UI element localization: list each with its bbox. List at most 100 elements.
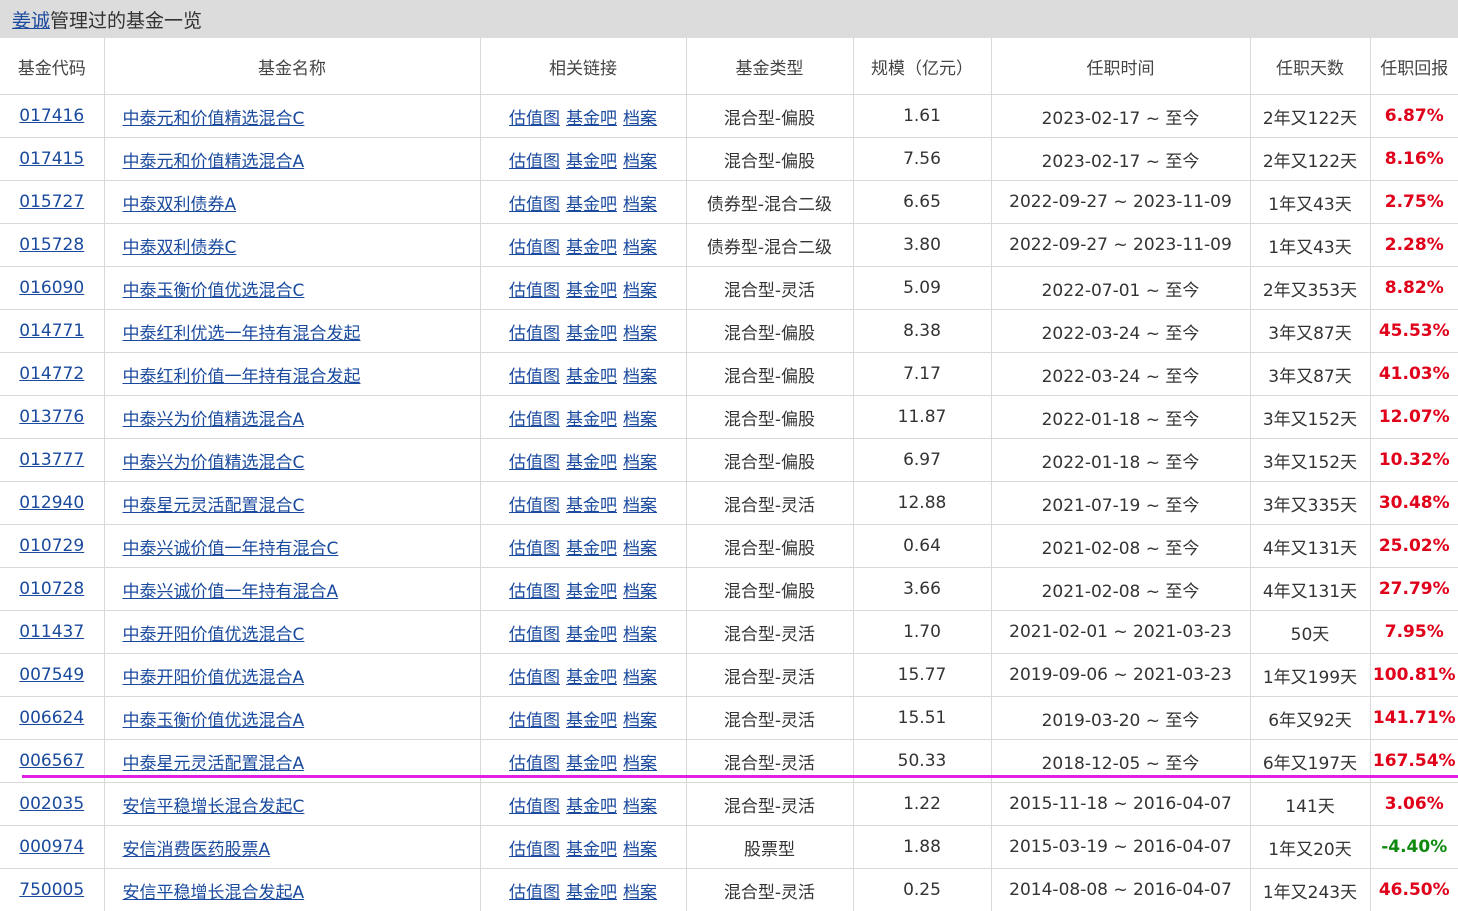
fund-forum-link[interactable]: 基金吧 <box>566 883 617 903</box>
valuation-chart-link[interactable]: 估值图 <box>509 582 560 602</box>
fund-name-link[interactable]: 中泰元和价值精选混合C <box>123 109 305 129</box>
fund-forum-link[interactable]: 基金吧 <box>566 367 617 387</box>
fund-profile-link[interactable]: 档案 <box>623 109 657 129</box>
fund-forum-link[interactable]: 基金吧 <box>566 625 617 645</box>
valuation-chart-link[interactable]: 估值图 <box>509 195 560 215</box>
valuation-chart-link[interactable]: 估值图 <box>509 238 560 258</box>
valuation-chart-link[interactable]: 估值图 <box>509 109 560 129</box>
valuation-chart-link[interactable]: 估值图 <box>509 324 560 344</box>
fund-forum-link[interactable]: 基金吧 <box>566 582 617 602</box>
fund-profile-link[interactable]: 档案 <box>623 711 657 731</box>
fund-profile-link[interactable]: 档案 <box>623 668 657 688</box>
fund-name-link[interactable]: 中泰开阳价值优选混合C <box>123 625 305 645</box>
col-header-size[interactable]: 规模（亿元） <box>853 38 992 95</box>
fund-name-link[interactable]: 中泰红利价值一年持有混合发起 <box>123 367 361 387</box>
fund-name-link[interactable]: 中泰玉衡价值优选混合A <box>123 711 305 731</box>
valuation-chart-link[interactable]: 估值图 <box>509 625 560 645</box>
valuation-chart-link[interactable]: 估值图 <box>509 539 560 559</box>
valuation-chart-link[interactable]: 估值图 <box>509 152 560 172</box>
fund-profile-link[interactable]: 档案 <box>623 238 657 258</box>
fund-forum-link[interactable]: 基金吧 <box>566 195 617 215</box>
fund-code-link[interactable]: 010729 <box>19 536 84 556</box>
fund-name-link[interactable]: 中泰兴为价值精选混合C <box>123 453 305 473</box>
fund-code-link[interactable]: 013777 <box>19 450 84 470</box>
fund-profile-link[interactable]: 档案 <box>623 152 657 172</box>
fund-code-link[interactable]: 002035 <box>19 794 84 814</box>
fund-code-link[interactable]: 010728 <box>19 579 84 599</box>
fund-name-link[interactable]: 中泰兴诚价值一年持有混合A <box>123 582 339 602</box>
fund-code-link[interactable]: 013776 <box>19 407 84 427</box>
col-header-name[interactable]: 基金名称 <box>104 38 481 95</box>
valuation-chart-link[interactable]: 估值图 <box>509 367 560 387</box>
col-header-days[interactable]: 任职天数 <box>1250 38 1371 95</box>
fund-profile-link[interactable]: 档案 <box>623 797 657 817</box>
valuation-chart-link[interactable]: 估值图 <box>509 797 560 817</box>
col-header-return[interactable]: 任职回报 <box>1370 38 1458 95</box>
fund-forum-link[interactable]: 基金吧 <box>566 152 617 172</box>
fund-name-link[interactable]: 安信消费医药股票A <box>123 840 271 860</box>
valuation-chart-link[interactable]: 估值图 <box>509 883 560 903</box>
fund-name-link[interactable]: 中泰兴为价值精选混合A <box>123 410 305 430</box>
fund-forum-link[interactable]: 基金吧 <box>566 711 617 731</box>
fund-code-link[interactable]: 006567 <box>19 751 84 771</box>
fund-name-link[interactable]: 安信平稳增长混合发起C <box>123 797 305 817</box>
fund-profile-link[interactable]: 档案 <box>623 410 657 430</box>
fund-forum-link[interactable]: 基金吧 <box>566 410 617 430</box>
fund-name-link[interactable]: 安信平稳增长混合发起A <box>123 883 305 903</box>
col-header-code[interactable]: 基金代码 <box>0 38 105 95</box>
valuation-chart-link[interactable]: 估值图 <box>509 496 560 516</box>
fund-profile-link[interactable]: 档案 <box>623 367 657 387</box>
fund-profile-link[interactable]: 档案 <box>623 754 657 774</box>
fund-forum-link[interactable]: 基金吧 <box>566 496 617 516</box>
valuation-chart-link[interactable]: 估值图 <box>509 840 560 860</box>
fund-forum-link[interactable]: 基金吧 <box>566 539 617 559</box>
fund-name-link[interactable]: 中泰元和价值精选混合A <box>123 152 305 172</box>
fund-forum-link[interactable]: 基金吧 <box>566 238 617 258</box>
col-header-period[interactable]: 任职时间 <box>991 38 1251 95</box>
fund-profile-link[interactable]: 档案 <box>623 539 657 559</box>
fund-code-link[interactable]: 017416 <box>19 106 84 126</box>
col-header-type[interactable]: 基金类型 <box>686 38 854 95</box>
fund-forum-link[interactable]: 基金吧 <box>566 453 617 473</box>
valuation-chart-link[interactable]: 估值图 <box>509 754 560 774</box>
fund-profile-link[interactable]: 档案 <box>623 453 657 473</box>
fund-profile-link[interactable]: 档案 <box>623 840 657 860</box>
fund-name-link[interactable]: 中泰双利债券A <box>123 195 237 215</box>
fund-code-link[interactable]: 016090 <box>19 278 84 298</box>
fund-name-link[interactable]: 中泰星元灵活配置混合C <box>123 496 305 516</box>
valuation-chart-link[interactable]: 估值图 <box>509 711 560 731</box>
fund-forum-link[interactable]: 基金吧 <box>566 109 617 129</box>
fund-profile-link[interactable]: 档案 <box>623 324 657 344</box>
fund-code-link[interactable]: 000974 <box>19 837 84 857</box>
fund-profile-link[interactable]: 档案 <box>623 625 657 645</box>
fund-code-link[interactable]: 012940 <box>19 493 84 513</box>
fund-name-link[interactable]: 中泰兴诚价值一年持有混合C <box>123 539 339 559</box>
fund-code-link[interactable]: 014772 <box>19 364 84 384</box>
fund-name-link[interactable]: 中泰玉衡价值优选混合C <box>123 281 305 301</box>
fund-code-link[interactable]: 014771 <box>19 321 84 341</box>
valuation-chart-link[interactable]: 估值图 <box>509 410 560 430</box>
valuation-chart-link[interactable]: 估值图 <box>509 668 560 688</box>
fund-name-link[interactable]: 中泰开阳价值优选混合A <box>123 668 305 688</box>
fund-profile-link[interactable]: 档案 <box>623 582 657 602</box>
valuation-chart-link[interactable]: 估值图 <box>509 281 560 301</box>
fund-code-link[interactable]: 006624 <box>19 708 84 728</box>
fund-code-link[interactable]: 015728 <box>19 235 84 255</box>
fund-forum-link[interactable]: 基金吧 <box>566 281 617 301</box>
fund-name-link[interactable]: 中泰双利债券C <box>123 238 237 258</box>
valuation-chart-link[interactable]: 估值图 <box>509 453 560 473</box>
fund-forum-link[interactable]: 基金吧 <box>566 324 617 344</box>
fund-profile-link[interactable]: 档案 <box>623 281 657 301</box>
fund-code-link[interactable]: 750005 <box>19 880 84 900</box>
fund-name-link[interactable]: 中泰星元灵活配置混合A <box>123 754 305 774</box>
fund-code-link[interactable]: 011437 <box>19 622 84 642</box>
fund-forum-link[interactable]: 基金吧 <box>566 840 617 860</box>
fund-forum-link[interactable]: 基金吧 <box>566 668 617 688</box>
fund-forum-link[interactable]: 基金吧 <box>566 754 617 774</box>
fund-code-link[interactable]: 007549 <box>19 665 84 685</box>
manager-name-link[interactable]: 姜诚 <box>12 6 50 33</box>
fund-forum-link[interactable]: 基金吧 <box>566 797 617 817</box>
fund-code-link[interactable]: 017415 <box>19 149 84 169</box>
fund-name-link[interactable]: 中泰红利优选一年持有混合发起 <box>123 324 361 344</box>
fund-profile-link[interactable]: 档案 <box>623 496 657 516</box>
